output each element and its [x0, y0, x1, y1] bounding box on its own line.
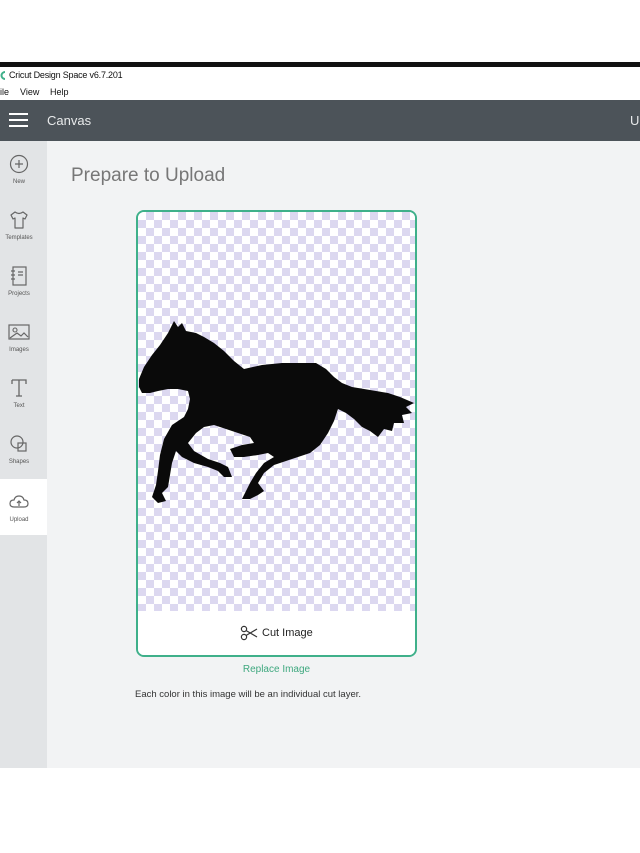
- sidebar-item-label: Projects: [8, 291, 30, 297]
- sidebar-item-label: New: [12, 179, 25, 185]
- cut-image-option[interactable]: Cut Image: [138, 611, 415, 655]
- header-right-label[interactable]: U: [630, 100, 639, 141]
- page-bottom-area: [0, 768, 640, 853]
- horse-silhouette-image: [139, 321, 414, 503]
- cut-layer-note: Each color in this image will be an indi…: [135, 689, 362, 700]
- app-header: Canvas U: [0, 100, 640, 141]
- menu-view[interactable]: View: [20, 84, 39, 100]
- notebook-icon: [11, 266, 27, 286]
- hamburger-menu-icon[interactable]: [9, 113, 28, 128]
- cut-image-label: Cut Image: [262, 627, 313, 639]
- page-title: Prepare to Upload: [71, 165, 226, 186]
- sidebar-item-label: Upload: [9, 517, 29, 523]
- cloud-upload-icon: [9, 495, 29, 508]
- left-sidebar: New Templates Projects Images Text Shape…: [0, 141, 47, 768]
- window-title: Cricut Design Space v6.7.201: [9, 70, 123, 80]
- canvas-link[interactable]: Canvas: [47, 100, 91, 141]
- sidebar-item-label: Templates: [5, 235, 33, 241]
- main-panel: Prepare to Upload Cut Image Replace Imag…: [47, 141, 640, 768]
- plus-circle-icon: [9, 154, 29, 174]
- menu-file[interactable]: ile: [0, 84, 9, 100]
- sidebar-item-upload[interactable]: Upload: [0, 479, 47, 535]
- menu-bar: ile View Help: [0, 84, 640, 100]
- image-icon: [8, 324, 30, 340]
- image-preview-card: Cut Image: [136, 210, 417, 657]
- sidebar-item-images[interactable]: Images: [0, 309, 47, 365]
- replace-image-link[interactable]: Replace Image: [136, 664, 417, 675]
- window-titlebar: Cricut Design Space v6.7.201: [0, 67, 640, 84]
- sidebar-item-label: Text: [13, 403, 25, 409]
- menu-help[interactable]: Help: [50, 84, 69, 100]
- text-t-icon: [11, 379, 27, 397]
- shapes-icon: [10, 435, 27, 452]
- sidebar-item-templates[interactable]: Templates: [0, 197, 47, 253]
- sidebar-item-projects[interactable]: Projects: [0, 253, 47, 309]
- app-logo-icon: [0, 71, 6, 80]
- sidebar-item-text[interactable]: Text: [0, 365, 47, 421]
- scissors-icon: [240, 625, 258, 641]
- sidebar-item-label: Images: [9, 347, 29, 353]
- shirt-icon: [10, 211, 28, 229]
- sidebar-item-new[interactable]: New: [0, 141, 47, 197]
- sidebar-item-shapes[interactable]: Shapes: [0, 421, 47, 477]
- sidebar-item-label: Shapes: [8, 459, 30, 465]
